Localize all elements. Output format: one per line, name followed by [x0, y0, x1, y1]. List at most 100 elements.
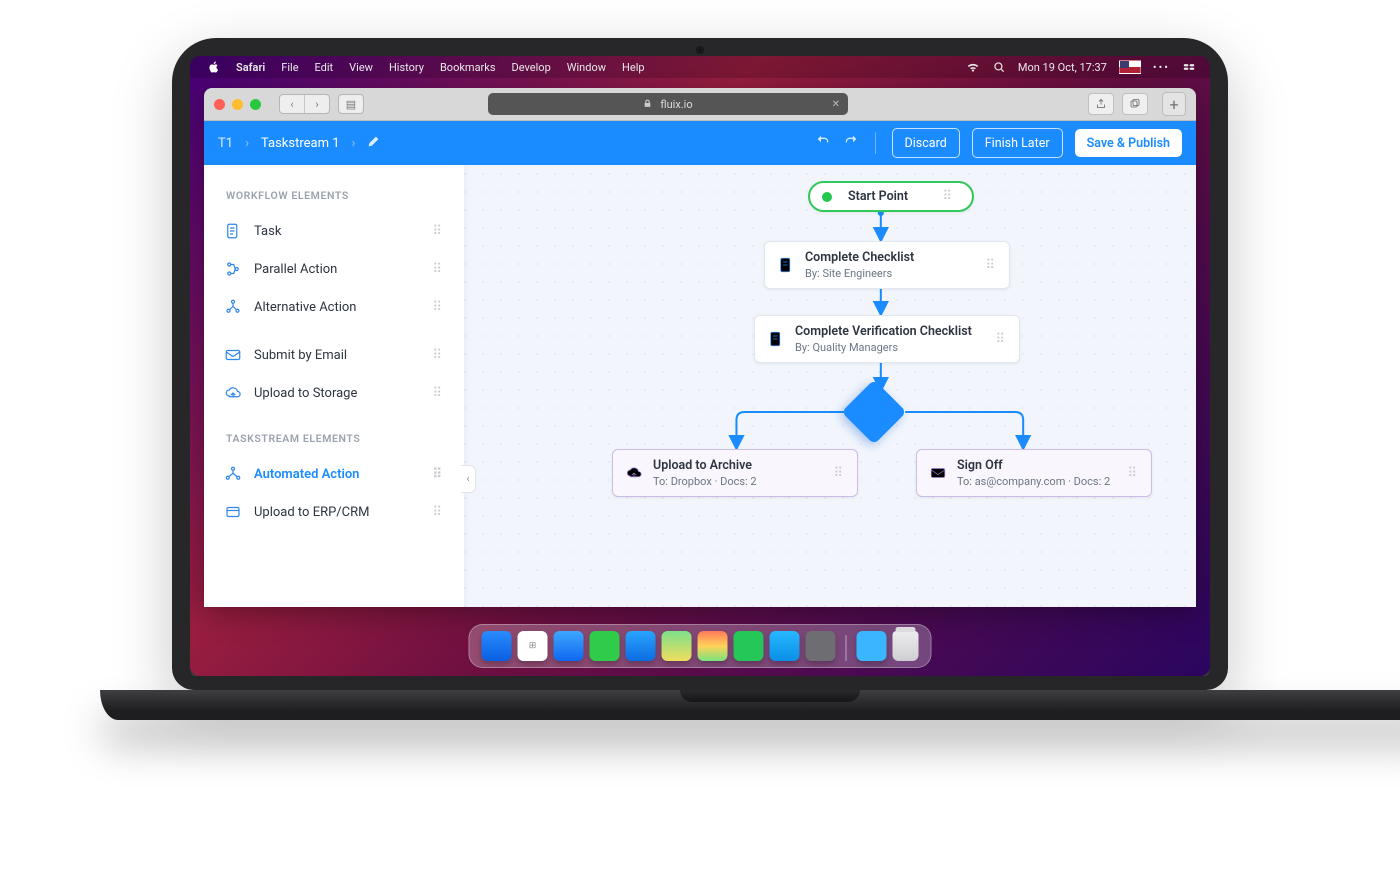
desktop: Safari File Edit View History Bookmarks … — [190, 56, 1210, 676]
drag-handle-icon[interactable]: ⠿ — [432, 266, 444, 273]
menu-edit[interactable]: Edit — [307, 61, 342, 74]
menu-window[interactable]: Window — [559, 61, 614, 74]
automated-icon — [224, 465, 242, 483]
erp-icon — [224, 503, 242, 521]
palette-upload-storage[interactable]: Upload to Storage ⠿ — [204, 374, 464, 412]
cloud-upload-icon — [625, 464, 643, 482]
drag-handle-icon[interactable]: ⠿ — [432, 471, 444, 478]
palette-task-label: Task — [254, 224, 281, 239]
discard-button[interactable]: Discard — [892, 128, 960, 158]
dock-photos[interactable] — [698, 631, 728, 661]
address-bar[interactable]: fluix.io ✕ — [488, 93, 848, 115]
drag-handle-icon[interactable]: ⠿ — [833, 470, 845, 477]
macos-dock: ⊞ — [469, 624, 932, 668]
finish-later-button[interactable]: Finish Later — [972, 128, 1063, 158]
redo-button[interactable] — [843, 133, 859, 153]
control-center-icon[interactable] — [1182, 60, 1196, 74]
save-publish-button[interactable]: Save & Publish — [1075, 129, 1182, 157]
apple-menu[interactable] — [200, 61, 228, 73]
drag-handle-icon[interactable]: ⠿ — [432, 352, 444, 359]
workflow-canvas[interactable]: Start Point ⠿ Complete Checklist By: Sit… — [464, 165, 1196, 607]
dock-launchpad[interactable]: ⊞ — [518, 631, 548, 661]
drag-handle-icon[interactable]: ⠿ — [995, 336, 1007, 343]
elements-sidebar: WORKFLOW ELEMENTS Task ⠿ Parallel Action — [204, 165, 464, 607]
drag-handle-icon[interactable]: ⠿ — [432, 304, 444, 311]
spotlight-icon[interactable] — [992, 60, 1006, 74]
window-minimize-button[interactable] — [232, 99, 243, 110]
window-zoom-button[interactable] — [250, 99, 261, 110]
menu-view[interactable]: View — [341, 61, 381, 74]
laptop-base — [100, 690, 1400, 720]
dock-facetime[interactable] — [734, 631, 764, 661]
menu-help[interactable]: Help — [614, 61, 653, 74]
palette-automated-action[interactable]: Automated Action ⠿ — [204, 455, 464, 493]
palette-parallel-action[interactable]: Parallel Action ⠿ — [204, 250, 464, 288]
palette-submit-email[interactable]: Submit by Email ⠿ — [204, 336, 464, 374]
stop-reload-icon[interactable]: ✕ — [832, 99, 840, 110]
start-label: Start Point — [848, 189, 908, 204]
sidebar-toggle[interactable]: ▤ — [338, 94, 364, 114]
node-title: Upload to Archive — [653, 458, 757, 473]
palette-alternative-action[interactable]: Alternative Action ⠿ — [204, 288, 464, 326]
menubar-app-name[interactable]: Safari — [228, 61, 273, 74]
drag-handle-icon[interactable]: ⠿ — [1127, 470, 1139, 477]
node-upload-archive[interactable]: Upload to Archive To: Dropbox · Docs: 2 … — [612, 449, 858, 497]
node-title: Complete Verification Checklist — [795, 324, 972, 339]
menu-file[interactable]: File — [273, 61, 306, 74]
menu-history[interactable]: History — [381, 61, 432, 74]
node-sign-off[interactable]: Sign Off To: as@company.com · Docs: 2 ⠿ — [916, 449, 1152, 497]
start-node[interactable]: Start Point ⠿ — [808, 181, 974, 212]
nav-back-forward[interactable]: ‹› — [279, 94, 330, 114]
undo-button[interactable] — [815, 133, 831, 153]
dock-settings[interactable] — [806, 631, 836, 661]
dock-trash[interactable] — [893, 631, 919, 661]
taskstream-section-label: TASKSTREAM ELEMENTS — [204, 426, 464, 455]
workflow-section-label: WORKFLOW ELEMENTS — [204, 183, 464, 212]
webcam — [696, 46, 704, 54]
palette-parallel-label: Parallel Action — [254, 262, 337, 277]
drag-handle-icon[interactable]: ⠿ — [432, 390, 444, 397]
connectors — [464, 165, 1196, 607]
menubar-clock[interactable]: Mon 19 Oct, 17:37 — [1018, 61, 1107, 74]
menubar-more-icon[interactable]: ••• — [1153, 61, 1170, 74]
new-tab-button[interactable]: + — [1162, 92, 1186, 116]
task-icon — [767, 330, 785, 348]
node-subtitle: By: Quality Managers — [795, 341, 972, 354]
dock-divider — [846, 635, 847, 661]
palette-upload-label: Upload to Storage — [254, 386, 357, 401]
dock-finder[interactable] — [482, 631, 512, 661]
dock-maps[interactable] — [662, 631, 692, 661]
node-subtitle: To: Dropbox · Docs: 2 — [653, 475, 757, 488]
menu-develop[interactable]: Develop — [504, 61, 559, 74]
breadcrumb-name[interactable]: Taskstream 1 — [261, 136, 340, 151]
window-close-button[interactable] — [214, 99, 225, 110]
breadcrumb-root[interactable]: T1 — [218, 136, 233, 151]
node-verification-checklist[interactable]: Complete Verification Checklist By: Qual… — [754, 315, 1020, 363]
drag-handle-icon[interactable]: ⠿ — [432, 228, 444, 235]
palette-task[interactable]: Task ⠿ — [204, 212, 464, 250]
drag-handle-icon[interactable]: ⠿ — [432, 509, 444, 516]
tabs-button[interactable] — [1122, 93, 1148, 115]
task-icon — [224, 222, 242, 240]
share-button[interactable] — [1088, 93, 1114, 115]
node-complete-checklist[interactable]: Complete Checklist By: Site Engineers ⠿ — [764, 241, 1010, 289]
wifi-icon[interactable] — [966, 60, 980, 74]
browser-window: ‹› ▤ fluix.io ✕ + — [204, 88, 1196, 607]
palette-erp-label: Upload to ERP/CRM — [254, 505, 369, 520]
address-text: fluix.io — [660, 98, 692, 111]
dock-appstore[interactable] — [770, 631, 800, 661]
task-icon — [777, 256, 795, 274]
dock-folder[interactable] — [857, 631, 887, 661]
branch-node[interactable] — [841, 379, 906, 444]
drag-handle-icon[interactable]: ⠿ — [985, 262, 997, 269]
node-title: Sign Off — [957, 458, 1110, 473]
menu-bookmarks[interactable]: Bookmarks — [432, 61, 504, 74]
dock-messages[interactable] — [590, 631, 620, 661]
input-source-flag[interactable] — [1119, 60, 1141, 74]
edit-name-button[interactable] — [367, 135, 380, 152]
dock-safari[interactable] — [554, 631, 584, 661]
palette-upload-erp[interactable]: Upload to ERP/CRM ⠿ — [204, 493, 464, 531]
macos-menubar: Safari File Edit View History Bookmarks … — [190, 56, 1210, 78]
drag-handle-icon[interactable]: ⠿ — [942, 193, 954, 200]
dock-mail[interactable] — [626, 631, 656, 661]
